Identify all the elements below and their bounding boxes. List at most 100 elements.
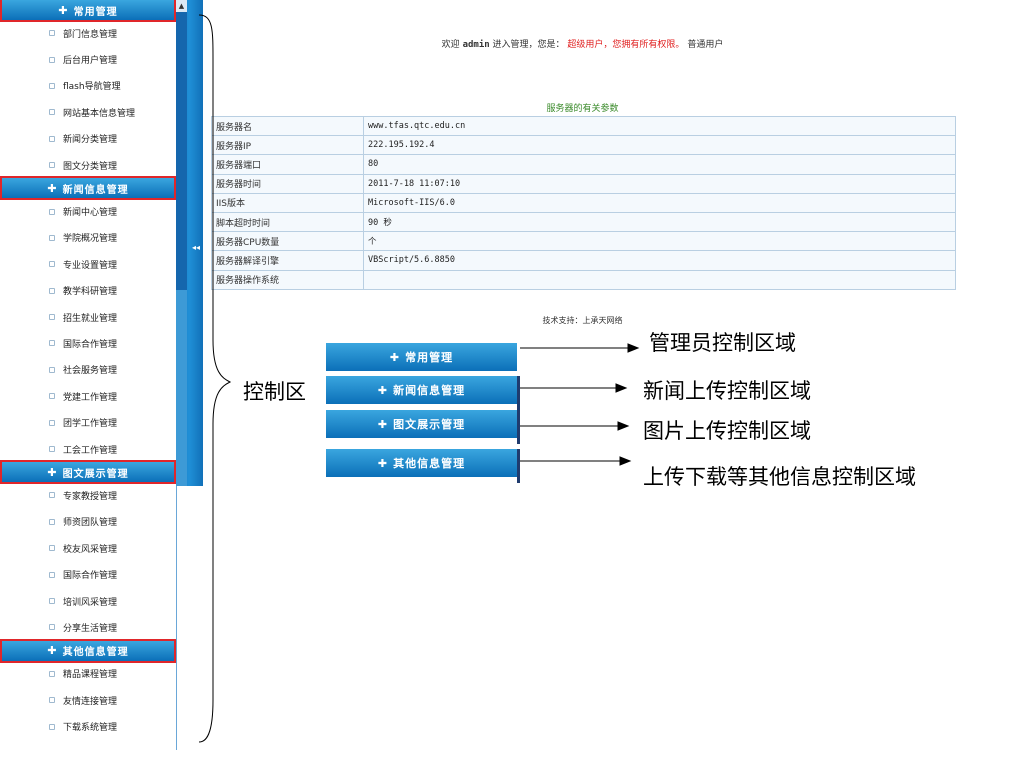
sidebar-menu-label: 后台用户管理 xyxy=(63,56,118,67)
welcome-role: 超级用户，您拥有所有权限。 xyxy=(567,40,685,50)
param-name: 服务器解译引擎 xyxy=(211,250,364,271)
sidebar-menu-item[interactable]: 网站基本信息管理 xyxy=(0,99,176,125)
sidebar-menu-item[interactable]: 团学工作管理 xyxy=(0,409,176,435)
sidebar-menu-item[interactable]: 部门信息管理 xyxy=(0,20,176,46)
param-value: 2011-7-18 11:07:10 xyxy=(363,173,956,194)
sidebar-menu-label: 部门信息管理 xyxy=(63,29,118,40)
bullet-icon xyxy=(49,340,55,347)
table-row: 服务器名 www.tfas.qtc.edu.cn xyxy=(211,115,956,137)
other-info-management-button[interactable]: ✚ 其他信息管理 xyxy=(326,449,520,483)
scroll-up-icon[interactable]: ▲ xyxy=(176,0,187,12)
menu-group-header[interactable]: ✚ 常用管理 xyxy=(0,0,176,22)
sidebar-menu-item[interactable]: 国际合作管理 xyxy=(0,561,176,587)
sidebar-menu-item[interactable]: 社会服务管理 xyxy=(0,357,176,383)
sidebar-menu-label: 学院概况管理 xyxy=(63,234,118,245)
sidebar-menu-item[interactable]: 校友风采管理 xyxy=(0,535,176,561)
button-label: 新闻信息管理 xyxy=(393,384,466,397)
sidebar-menu-label: flash导航管理 xyxy=(63,82,121,93)
bullet-icon xyxy=(49,697,55,704)
sidebar-menu-item[interactable]: 师资团队管理 xyxy=(0,509,176,535)
sidebar-menu-label: 精品课程管理 xyxy=(63,670,118,681)
sidebar-menu-item[interactable]: 专业设置管理 xyxy=(0,251,176,277)
param-name: 服务器IP xyxy=(211,135,364,156)
sidebar-menu-item[interactable]: 新闻中心管理 xyxy=(0,198,176,224)
sidebar-menu-label: 培训风采管理 xyxy=(63,597,118,608)
sidebar-menu-item[interactable]: 后台用户管理 xyxy=(0,46,176,72)
param-value: VBScript/5.6.8850 xyxy=(363,250,956,271)
button-edge-marker xyxy=(517,449,520,483)
plus-icon: ✚ xyxy=(47,181,58,195)
table-row: 服务器解译引擎 VBScript/5.6.8850 xyxy=(211,250,956,271)
param-name: IIS版本 xyxy=(211,192,364,213)
button-label: 常用管理 xyxy=(405,351,454,364)
sidebar-menu-item[interactable]: 图文分类管理 xyxy=(0,152,176,178)
sidebar-menu-item[interactable]: flash导航管理 xyxy=(0,73,176,99)
sidebar-menu-label: 教学科研管理 xyxy=(63,287,118,298)
menu-group-header[interactable]: ✚ 其他信息管理 xyxy=(0,638,176,663)
common-management-button[interactable]: ✚ 常用管理 xyxy=(326,343,517,371)
table-row: 服务器时间 2011-7-18 11:07:10 xyxy=(211,173,956,194)
callout-admin-area: 管理员控制区域 xyxy=(649,331,796,355)
menu-group-title: 新闻信息管理 xyxy=(62,184,129,196)
sidebar-menu-item[interactable]: 国际合作管理 xyxy=(0,330,176,356)
bullet-icon xyxy=(49,208,55,215)
news-management-button[interactable]: ✚ 新闻信息管理 xyxy=(326,376,520,410)
button-edge-marker xyxy=(517,410,520,444)
callout-news-area: 新闻上传控制区域 xyxy=(643,379,811,403)
callout-other-area: 上传下载等其他信息控制区域 xyxy=(643,465,916,489)
sidebar-menu-label: 团学工作管理 xyxy=(63,419,118,430)
plus-icon: ✚ xyxy=(377,456,389,470)
bullet-icon xyxy=(49,419,55,426)
image-management-button[interactable]: ✚ 图文展示管理 xyxy=(326,410,520,444)
param-name: 服务器时间 xyxy=(211,173,364,194)
plus-icon: ✚ xyxy=(377,383,389,397)
menu-group-header[interactable]: ✚ 图文展示管理 xyxy=(0,460,176,485)
sidebar-menu-label: 专业设置管理 xyxy=(63,260,118,271)
button-label: 其他信息管理 xyxy=(393,457,466,470)
sidebar-divider-strip: ▲ ◂◂ xyxy=(176,0,203,486)
param-value xyxy=(363,269,956,290)
bullet-icon xyxy=(49,109,55,116)
button-edge-marker xyxy=(517,376,520,410)
sidebar-menu-item[interactable]: 下载系统管理 xyxy=(0,713,176,739)
sidebar-menu-item[interactable]: 分享生活管理 xyxy=(0,614,176,640)
param-name: 脚本超时时间 xyxy=(211,211,364,233)
bullet-icon xyxy=(49,82,55,89)
sidebar-menu-item[interactable]: 党建工作管理 xyxy=(0,383,176,409)
bullet-icon xyxy=(49,598,55,604)
sidebar-menu-label: 新闻分类管理 xyxy=(63,135,118,146)
sidebar-menu-item[interactable]: 专家教授管理 xyxy=(0,482,176,508)
collapse-sidebar-icon[interactable]: ◂◂ xyxy=(192,244,200,252)
scrollbar-thumb[interactable] xyxy=(176,12,187,290)
bullet-icon xyxy=(49,56,55,63)
param-value: www.tfas.qtc.edu.cn xyxy=(363,115,956,137)
sidebar-menu-item[interactable]: 工会工作管理 xyxy=(0,436,176,462)
bullet-icon xyxy=(49,261,55,268)
bullet-icon xyxy=(49,624,55,631)
sidebar-menu-item[interactable]: 培训风采管理 xyxy=(0,588,176,614)
bullet-icon xyxy=(49,393,55,400)
server-params-table: 服务器名 www.tfas.qtc.edu.cn 服务器IP 222.195.192.… xyxy=(211,115,956,290)
bullet-icon xyxy=(49,723,55,730)
bullet-icon xyxy=(49,287,55,294)
arrow-head-4 xyxy=(619,456,632,466)
sidebar-menu-label: 招生就业管理 xyxy=(63,313,118,324)
sidebar-menu-label: 社会服务管理 xyxy=(63,366,118,377)
sidebar-menu-item[interactable]: 招生就业管理 xyxy=(0,304,176,330)
sidebar-menu-item[interactable]: 新闻分类管理 xyxy=(0,126,176,152)
sidebar-scrollbar[interactable]: ▲ xyxy=(176,0,187,486)
sidebar-menu-item[interactable]: 友情连接管理 xyxy=(0,687,176,713)
param-name: 服务器端口 xyxy=(211,154,364,175)
sidebar-menu-item[interactable]: 教学科研管理 xyxy=(0,278,176,304)
sidebar-menu-item[interactable]: 精品课程管理 xyxy=(0,661,176,687)
sidebar-menu-item[interactable]: 学院概况管理 xyxy=(0,225,176,251)
arrow-head-1 xyxy=(627,343,640,353)
table-row: 服务器端口 80 xyxy=(211,154,956,175)
sidebar-menu-label: 党建工作管理 xyxy=(63,392,118,403)
plus-icon: ✚ xyxy=(58,3,69,17)
welcome-message: 欢迎 admin 进入管理，您是： 超级用户，您拥有所有权限。 普通用户 xyxy=(210,37,955,50)
sidebar-menu-label: 分享生活管理 xyxy=(63,623,118,634)
plus-icon: ✚ xyxy=(377,417,389,431)
server-params-title: 服务器的有关参数 xyxy=(546,104,619,114)
menu-group-header[interactable]: ✚ 新闻信息管理 xyxy=(0,176,176,201)
